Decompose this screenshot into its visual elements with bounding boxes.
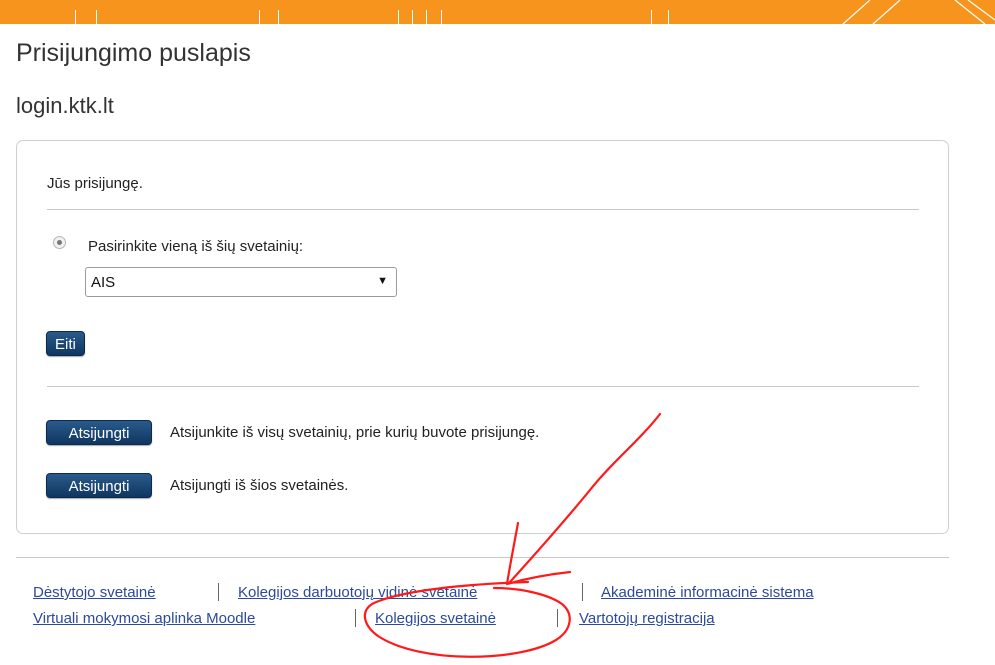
logout-this-button[interactable]: Atsijungti bbox=[46, 473, 152, 498]
site-select[interactable]: AIS ▼ bbox=[85, 267, 397, 297]
footer-link-academic-system[interactable]: Akademinė informacinė sistema bbox=[601, 584, 814, 601]
status-text: Jūs prisijungę. bbox=[47, 175, 143, 192]
site-radio[interactable] bbox=[53, 236, 66, 249]
radio-label: Pasirinkite vieną iš šių svetainių: bbox=[88, 238, 304, 255]
link-separator bbox=[218, 583, 219, 601]
site-name: login.ktk.lt bbox=[16, 93, 114, 118]
login-panel: Jūs prisijungę. Pasirinkite vieną iš šių… bbox=[16, 140, 949, 534]
go-button[interactable]: Eiti bbox=[46, 331, 85, 356]
select-value: AIS bbox=[91, 274, 116, 291]
footer-link-teacher-site[interactable]: Dėstytojo svetainė bbox=[33, 584, 156, 601]
footer-link-staff-intranet[interactable]: Kolegijos darbuotojų vidinė svetainė bbox=[238, 584, 477, 601]
page-title: Prisijungimo puslapis bbox=[16, 39, 251, 67]
logout-this-description: Atsijungti iš šios svetainės. bbox=[170, 477, 349, 494]
link-separator bbox=[557, 609, 558, 627]
link-separator bbox=[355, 609, 356, 627]
logout-all-button[interactable]: Atsijungti bbox=[46, 420, 152, 445]
divider bbox=[47, 386, 919, 387]
footer-link-college-site[interactable]: Kolegijos svetainė bbox=[375, 610, 496, 627]
logout-all-description: Atsijunkite iš visų svetainių, prie kuri… bbox=[170, 424, 540, 441]
link-separator bbox=[582, 583, 583, 601]
banner-decoration bbox=[842, 0, 995, 24]
top-banner bbox=[0, 0, 995, 24]
divider bbox=[47, 209, 919, 210]
footer-link-user-registration[interactable]: Vartotojų registracija bbox=[579, 610, 715, 627]
dropdown-arrow-icon: ▼ bbox=[377, 275, 388, 287]
footer-link-moodle[interactable]: Virtuali mokymosi aplinka Moodle bbox=[33, 610, 255, 627]
footer-divider bbox=[16, 557, 949, 558]
